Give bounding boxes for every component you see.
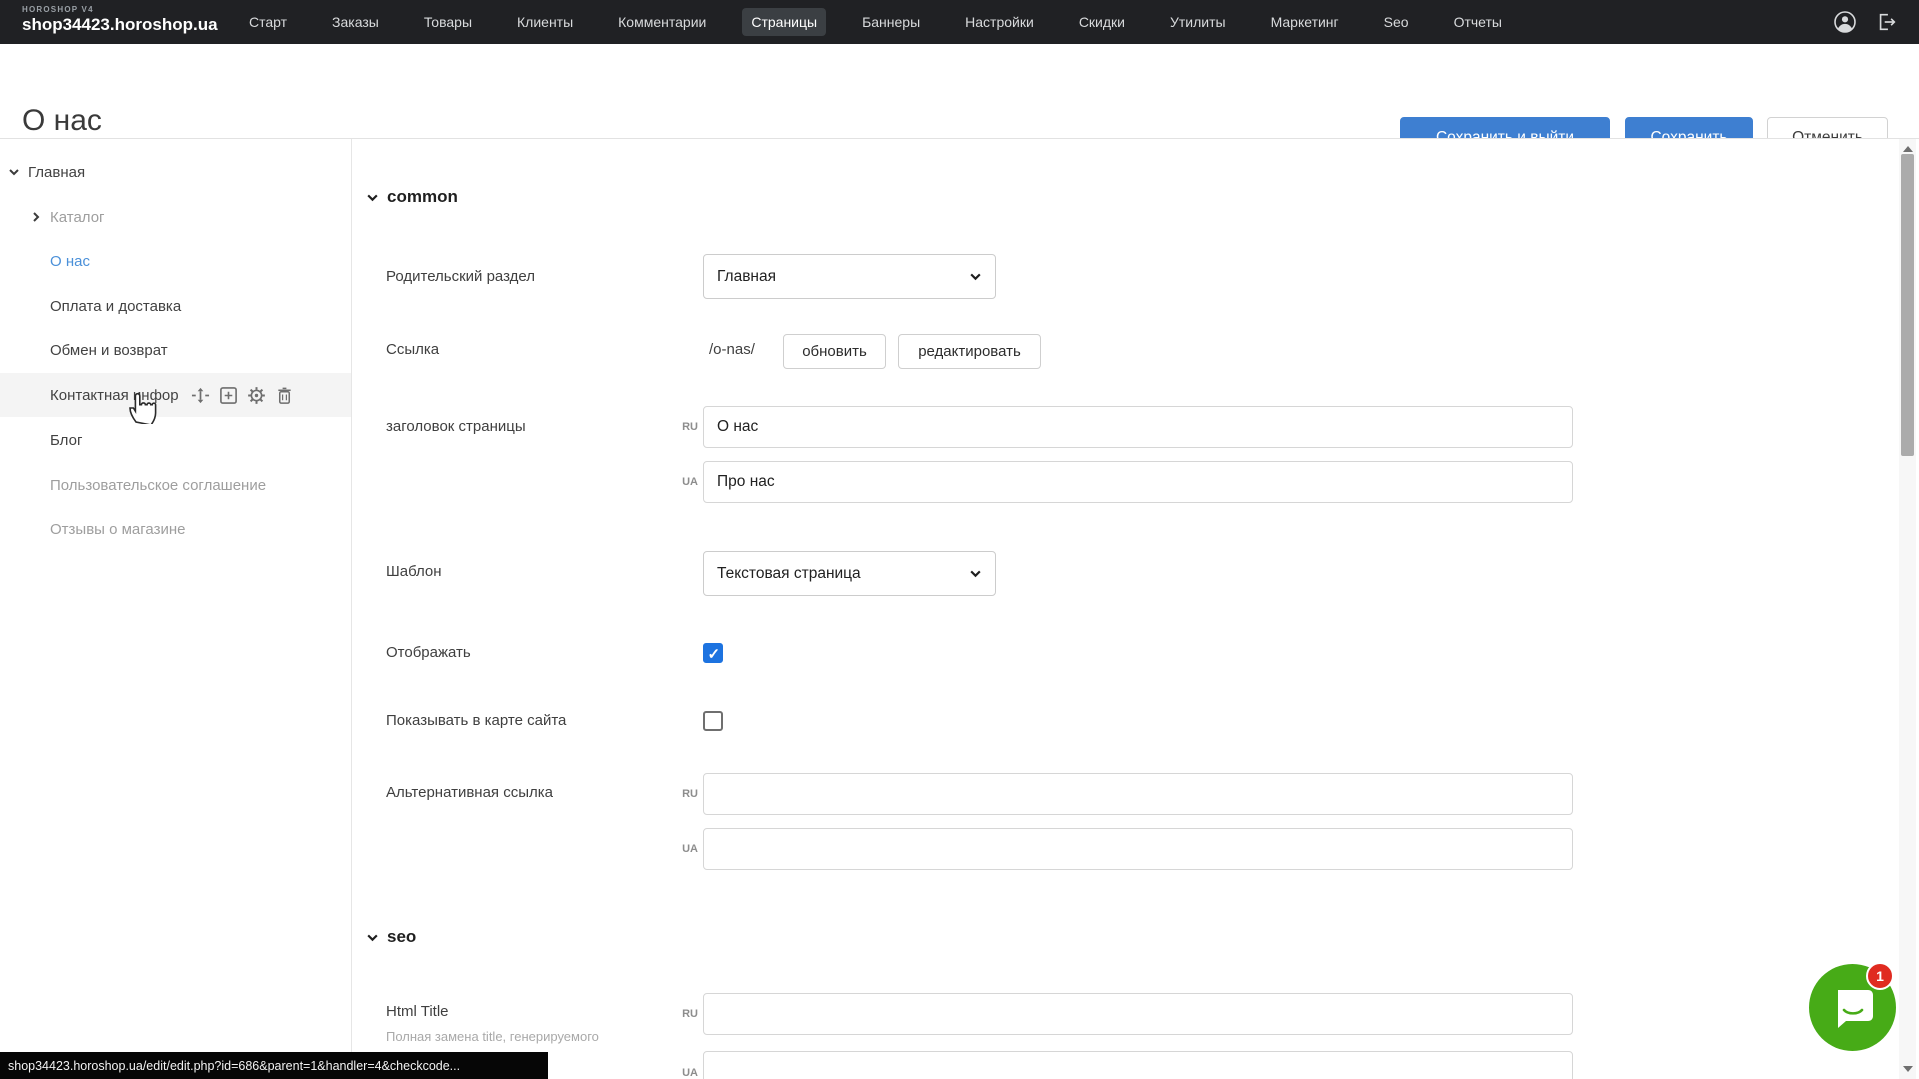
lang-ru-badge: RU bbox=[658, 788, 698, 800]
link-label: Ссылка bbox=[386, 341, 686, 358]
sidebar-item-glavnaya[interactable]: Главная bbox=[0, 150, 351, 194]
sidebar-item-label: Главная bbox=[28, 164, 85, 181]
menu-item-seo[interactable]: Seo bbox=[1375, 8, 1418, 36]
menu-item-clients[interactable]: Клиенты bbox=[508, 8, 582, 36]
html-title-ru-input[interactable] bbox=[703, 993, 1573, 1035]
chevron-down-icon bbox=[366, 931, 379, 944]
chevron-down-icon bbox=[366, 191, 379, 204]
page-title-ua-input[interactable] bbox=[703, 461, 1573, 503]
link-value: /o-nas/ bbox=[709, 341, 755, 358]
vertical-scrollbar[interactable] bbox=[1899, 139, 1916, 1079]
sidebar-item-blog[interactable]: Блог bbox=[0, 418, 351, 462]
sitemap-label: Показывать в карте сайта bbox=[386, 712, 686, 729]
alt-link-ru-input[interactable] bbox=[703, 773, 1573, 815]
main-menu: Старт Заказы Товары Клиенты Комментарии … bbox=[240, 0, 1511, 44]
chevron-down-icon bbox=[8, 166, 20, 178]
display-label: Отображать bbox=[386, 644, 686, 661]
lang-ru-badge: RU bbox=[658, 421, 698, 433]
lang-ua-badge: UA bbox=[658, 843, 698, 855]
template-select[interactable]: Текстовая страница bbox=[703, 551, 996, 596]
menu-item-products[interactable]: Товары bbox=[415, 8, 481, 36]
menu-item-discounts[interactable]: Скидки bbox=[1070, 8, 1134, 36]
sidebar-item-label: Каталог bbox=[50, 209, 105, 226]
page-title-ru-input[interactable] bbox=[703, 406, 1573, 448]
menu-item-marketing[interactable]: Маркетинг bbox=[1262, 8, 1348, 36]
move-icon[interactable] bbox=[191, 386, 210, 405]
status-url-bar: shop34423.horoshop.ua/edit/edit.php?id=6… bbox=[0, 1052, 548, 1079]
app-window: HOROSHOP V4 shop34423.horoshop.ua Старт … bbox=[0, 0, 1919, 1079]
section-common-toggle[interactable]: common bbox=[366, 187, 458, 207]
menu-item-reports[interactable]: Отчеты bbox=[1445, 8, 1511, 36]
section-seo-label: seo bbox=[387, 927, 416, 947]
logout-icon[interactable] bbox=[1876, 11, 1898, 33]
sidebar-item-o-nas[interactable]: О нас bbox=[0, 239, 351, 283]
sidebar-item-label: Отзывы о магазине bbox=[50, 521, 185, 538]
sidebar-item-katalog[interactable]: Каталог bbox=[0, 195, 351, 239]
logo-version-label: HOROSHOP V4 bbox=[22, 5, 218, 14]
menu-item-settings[interactable]: Настройки bbox=[956, 8, 1043, 36]
link-update-button[interactable]: обновить bbox=[783, 334, 886, 369]
page-title: О нас bbox=[22, 104, 102, 138]
scrollbar-thumb[interactable] bbox=[1901, 154, 1914, 456]
link-edit-button[interactable]: редактировать bbox=[898, 334, 1041, 369]
sidebar-item-obmen-i-vozvrat[interactable]: Обмен и возврат bbox=[0, 328, 351, 372]
page-title-field-label: заголовок страницы bbox=[386, 418, 686, 435]
parent-section-value: Главная bbox=[717, 268, 776, 286]
settings-gear-icon[interactable] bbox=[247, 386, 266, 405]
sidebar-item-label: Обмен и возврат bbox=[50, 342, 168, 359]
sidebar-item-label: Пользовательское соглашение bbox=[50, 477, 266, 494]
lang-ru-badge: RU bbox=[658, 1008, 698, 1020]
section-seo-toggle[interactable]: seo bbox=[366, 927, 416, 947]
sidebar-item-kontaktnaya-informatsiya[interactable]: Контактная инфор bbox=[0, 373, 351, 417]
scroll-down-arrow[interactable] bbox=[1899, 1061, 1916, 1077]
chevron-down-icon bbox=[969, 270, 982, 283]
alt-link-ua-input[interactable] bbox=[703, 828, 1573, 870]
add-page-icon[interactable] bbox=[219, 386, 238, 405]
logo-domain-label: shop34423.horoshop.ua bbox=[22, 15, 218, 35]
menu-item-utilities[interactable]: Утилиты bbox=[1161, 8, 1235, 36]
chevron-down-icon bbox=[969, 567, 982, 580]
top-navbar: HOROSHOP V4 shop34423.horoshop.ua Старт … bbox=[0, 0, 1919, 44]
menu-item-banners[interactable]: Баннеры bbox=[853, 8, 929, 36]
sidebar-item-otzyvy-o-magazine[interactable]: Отзывы о магазине bbox=[0, 507, 351, 551]
page-edit-form: common Родительский раздел Главная Ссылк… bbox=[352, 139, 1899, 1079]
page-header: О нас Сохранить и выйти Сохранить Отмени… bbox=[0, 44, 1919, 138]
user-account-icon[interactable] bbox=[1833, 10, 1857, 34]
menu-item-pages[interactable]: Страницы bbox=[742, 8, 826, 36]
menu-item-comments[interactable]: Комментарии bbox=[609, 8, 715, 36]
logo[interactable]: HOROSHOP V4 shop34423.horoshop.ua bbox=[22, 5, 218, 35]
html-title-caption: Полная замена title, генерируемого bbox=[386, 1029, 716, 1044]
sidebar-item-label: Оплата и доставка bbox=[50, 298, 181, 315]
tree-row-actions bbox=[191, 386, 294, 405]
parent-section-select[interactable]: Главная bbox=[703, 254, 996, 299]
html-title-label: Html Title bbox=[386, 1003, 686, 1020]
chat-notification-badge: 1 bbox=[1866, 962, 1894, 990]
section-common-label: common bbox=[387, 187, 458, 207]
menu-item-start[interactable]: Старт bbox=[240, 8, 296, 36]
menu-item-orders[interactable]: Заказы bbox=[323, 8, 388, 36]
chevron-right-icon bbox=[30, 211, 42, 223]
lang-ua-badge: UA bbox=[658, 476, 698, 488]
sidebar-item-label: О нас bbox=[50, 253, 90, 270]
chat-bubble-icon bbox=[1830, 986, 1876, 1030]
template-value: Текстовая страница bbox=[717, 565, 861, 583]
delete-trash-icon[interactable] bbox=[275, 386, 294, 405]
alt-link-label: Альтернативная ссылка bbox=[386, 784, 686, 801]
parent-section-label: Родительский раздел bbox=[386, 268, 686, 285]
pages-tree-sidebar: Главная Каталог О нас Оплата и доставка … bbox=[0, 139, 351, 1079]
sidebar-item-label: Блог bbox=[50, 432, 82, 449]
sidebar-item-oplata-i-dostavka[interactable]: Оплата и доставка bbox=[0, 284, 351, 328]
template-label: Шаблон bbox=[386, 563, 686, 580]
lang-ua-badge: UA bbox=[658, 1067, 698, 1079]
display-checkbox[interactable] bbox=[703, 643, 723, 663]
sidebar-item-polzovatelskoe-soglashenie[interactable]: Пользовательское соглашение bbox=[0, 463, 351, 507]
sidebar-item-label: Контактная инфор bbox=[50, 387, 179, 404]
sitemap-checkbox[interactable] bbox=[703, 711, 723, 731]
html-title-ua-input[interactable] bbox=[703, 1051, 1573, 1079]
